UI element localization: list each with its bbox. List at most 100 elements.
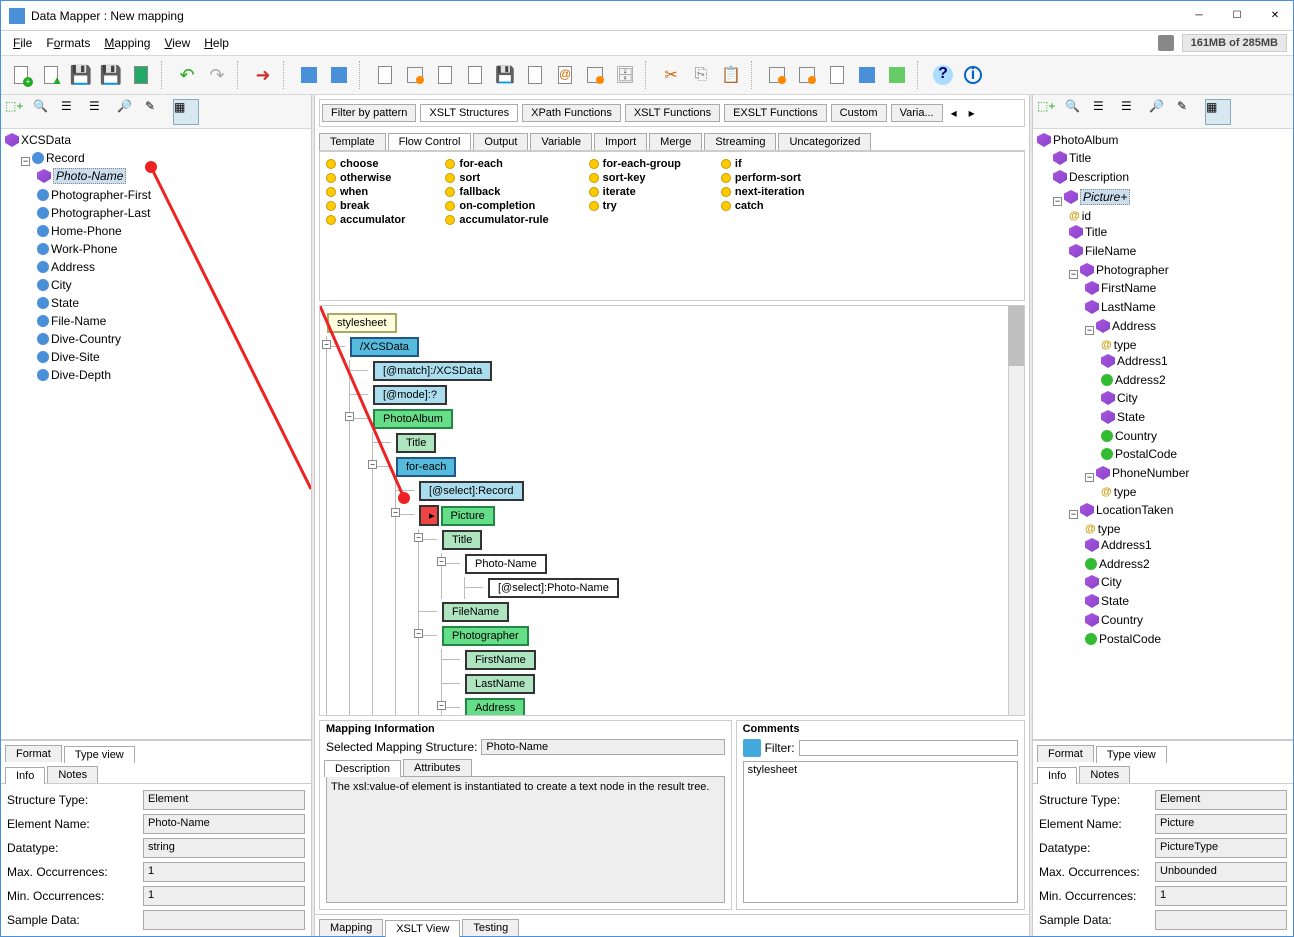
tab-info[interactable]: Info	[1037, 767, 1077, 784]
tool-b3[interactable]	[431, 61, 459, 89]
export-xls-button[interactable]	[127, 61, 155, 89]
src-view-button[interactable]: ▦	[173, 99, 199, 125]
tgt-find-button[interactable]: 🔎	[1149, 99, 1175, 125]
node-select-photoname[interactable]: [@select]:Photo-Name	[488, 578, 619, 598]
function-catch[interactable]: catch	[721, 200, 805, 212]
selected-structure-field[interactable]	[481, 739, 724, 755]
tool-c3[interactable]	[823, 61, 851, 89]
tool-b6[interactable]	[521, 61, 549, 89]
undo-button[interactable]: ↶	[173, 61, 201, 89]
tab-notes[interactable]: Notes	[1079, 766, 1130, 783]
node-filename[interactable]: FileName	[442, 602, 509, 622]
tab-typeview[interactable]: Type view	[64, 746, 135, 763]
filter-by-pattern-button[interactable]: Filter by pattern	[322, 104, 416, 122]
menu-help[interactable]: Help	[198, 34, 235, 52]
mapping-canvas[interactable]: stylesheet −/XCSData [@match]:/XCSData […	[319, 305, 1025, 716]
tab-custom[interactable]: Custom	[831, 104, 887, 122]
comment-item[interactable]: stylesheet	[748, 764, 1013, 776]
function-fallback[interactable]: fallback	[445, 186, 548, 198]
expand-icon[interactable]: −	[368, 460, 377, 469]
close-button[interactable]: ✕	[1265, 10, 1285, 21]
database-button[interactable]: 🗄	[611, 61, 639, 89]
tool-c5[interactable]	[883, 61, 911, 89]
tool-b4[interactable]	[461, 61, 489, 89]
function-for-each[interactable]: for-each	[445, 158, 548, 170]
src-edit-button[interactable]: ✎	[145, 99, 171, 125]
save-as-button[interactable]: 💾	[97, 61, 125, 89]
node-mode[interactable]: [@mode]:?	[373, 385, 447, 405]
node-foreach[interactable]: for-each	[396, 457, 456, 477]
cat-import[interactable]: Import	[594, 133, 647, 150]
node-title2[interactable]: Title	[442, 530, 482, 550]
node-select-record[interactable]: [@select]:Record	[419, 481, 524, 501]
save-button[interactable]: 💾	[67, 61, 95, 89]
tab-mapping[interactable]: Mapping	[319, 919, 383, 936]
tgt-list2-button[interactable]: ☰	[1121, 99, 1147, 125]
comments-list[interactable]: stylesheet	[743, 761, 1018, 903]
tab-testing[interactable]: Testing	[462, 919, 519, 936]
cat-flowcontrol[interactable]: Flow Control	[388, 133, 472, 150]
function-choose[interactable]: choose	[326, 158, 405, 170]
tgt-edit-button[interactable]: ✎	[1177, 99, 1203, 125]
expand-icon[interactable]: −	[437, 557, 446, 566]
node-address[interactable]: Address	[465, 698, 525, 716]
tool-a2[interactable]	[325, 61, 353, 89]
minimize-button[interactable]: ─	[1189, 10, 1209, 21]
tab-description[interactable]: Description	[324, 760, 401, 777]
tool-b7[interactable]: @	[551, 61, 579, 89]
tab-exslt-functions[interactable]: EXSLT Functions	[724, 104, 827, 122]
function-sort[interactable]: sort	[445, 172, 548, 184]
tool-a1[interactable]	[295, 61, 323, 89]
src-list-button[interactable]: ☰	[61, 99, 87, 125]
menu-formats[interactable]: Formats	[40, 34, 96, 52]
tab-xslt-functions[interactable]: XSLT Functions	[625, 104, 720, 122]
tab-attributes[interactable]: Attributes	[403, 759, 471, 776]
info-button[interactable]: i	[959, 61, 987, 89]
expand-icon[interactable]: −	[437, 701, 446, 710]
cut-button[interactable]: ✂	[657, 61, 685, 89]
tab-xpath-functions[interactable]: XPath Functions	[522, 104, 621, 122]
tab-xslt-view[interactable]: XSLT View	[385, 920, 460, 937]
source-tree[interactable]: XCSData − Record Photo-Name Photographer…	[5, 133, 307, 386]
tab-variables[interactable]: Varia...	[891, 104, 943, 122]
menu-view[interactable]: View	[158, 34, 196, 52]
node-xcsdata[interactable]: /XCSData	[350, 337, 419, 357]
expand-icon[interactable]: −	[345, 412, 354, 421]
function-on-completion[interactable]: on-completion	[445, 200, 548, 212]
redo-button[interactable]: ↷	[203, 61, 231, 89]
node-picture[interactable]: Picture	[441, 506, 495, 526]
node-photoname[interactable]: Photo-Name	[465, 554, 547, 574]
tab-typeview[interactable]: Type view	[1096, 746, 1167, 763]
copy-button[interactable]: ⎘	[687, 61, 715, 89]
expand-icon[interactable]: −	[414, 629, 423, 638]
function-try[interactable]: try	[589, 200, 681, 212]
tab-info[interactable]: Info	[5, 767, 45, 784]
node-match[interactable]: [@match]:/XCSData	[373, 361, 492, 381]
expand-icon[interactable]: −	[322, 340, 331, 349]
node-lastname[interactable]: LastName	[465, 674, 535, 694]
cat-template[interactable]: Template	[319, 133, 386, 150]
tool-b2[interactable]	[401, 61, 429, 89]
tab-format[interactable]: Format	[1037, 745, 1094, 762]
node-firstname[interactable]: FirstName	[465, 650, 536, 670]
tab-xslt-structures[interactable]: XSLT Structures	[420, 104, 518, 122]
tab-notes[interactable]: Notes	[47, 766, 98, 783]
menu-file[interactable]: File	[7, 34, 38, 52]
src-find-button[interactable]: 🔎	[117, 99, 143, 125]
tool-c1[interactable]	[763, 61, 791, 89]
new-file-button[interactable]: +	[7, 61, 35, 89]
exit-button[interactable]: ➜	[249, 61, 277, 89]
node-title[interactable]: Title	[396, 433, 436, 453]
src-list2-button[interactable]: ☰	[89, 99, 115, 125]
function-iterate[interactable]: iterate	[589, 186, 681, 198]
src-add-button[interactable]: ⬚+	[5, 99, 31, 125]
tab-format[interactable]: Format	[5, 745, 62, 762]
function-break[interactable]: break	[326, 200, 405, 212]
function-next-iteration[interactable]: next-iteration	[721, 186, 805, 198]
menu-mapping[interactable]: Mapping	[98, 34, 156, 52]
scrollbar[interactable]	[1008, 306, 1024, 715]
open-file-button[interactable]: ▲	[37, 61, 65, 89]
node-photographer[interactable]: Photographer	[442, 626, 529, 646]
scroll-left-icon[interactable]: ◂	[947, 106, 961, 120]
maximize-button[interactable]: ☐	[1227, 10, 1247, 21]
